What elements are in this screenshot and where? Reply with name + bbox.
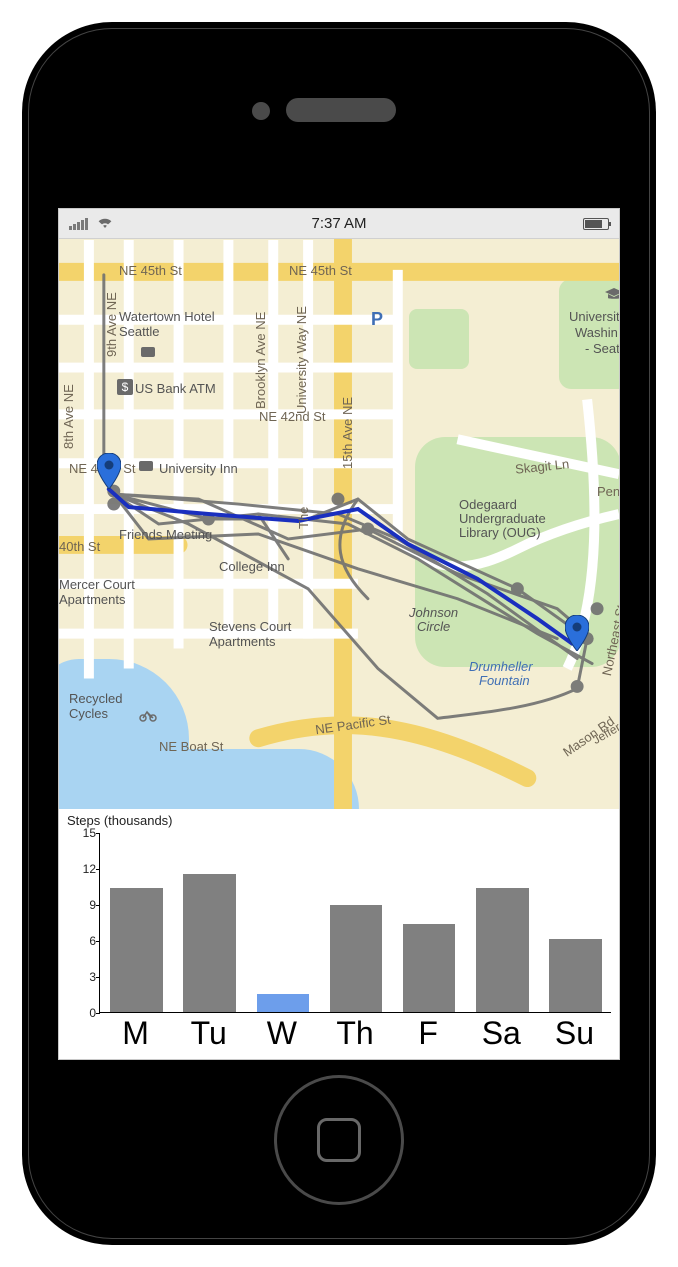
chart-ytick: 12	[70, 862, 96, 876]
chart-ytick: 9	[70, 898, 96, 912]
chart-bar[interactable]	[257, 994, 310, 1012]
chart-bar[interactable]	[330, 905, 383, 1012]
chart-xlabel: M	[99, 1015, 172, 1055]
chart-xlabel: Th	[318, 1015, 391, 1055]
signal-icon	[69, 218, 88, 230]
chart-xlabel: W	[245, 1015, 318, 1055]
chart-bar[interactable]	[110, 888, 163, 1012]
chart-ytick: 15	[70, 826, 96, 840]
chart-ytick: 0	[70, 1006, 96, 1020]
phone-camera	[252, 102, 270, 120]
chart-bar[interactable]	[183, 874, 236, 1012]
steps-chart: Steps (thousands) 03691215 MTuWThFSaSu	[59, 809, 619, 1059]
bed-icon	[139, 461, 153, 471]
phone-speaker	[286, 98, 396, 122]
chart-xlabel: Sa	[465, 1015, 538, 1055]
chart-bar[interactable]	[403, 924, 456, 1012]
chart-xlabel: F	[392, 1015, 465, 1055]
home-button-icon	[317, 1118, 361, 1162]
chart-ytick: 6	[70, 934, 96, 948]
status-time: 7:37 AM	[311, 215, 366, 232]
chart-xlabel: Su	[538, 1015, 611, 1055]
chart-xlabel: Tu	[172, 1015, 245, 1055]
phone-frame: 7:37 AM	[22, 22, 656, 1245]
map-view[interactable]: NE 45th St NE 45th St NE 42nd St NE 42nd…	[59, 239, 619, 809]
chart-xaxis: MTuWThFSaSu	[99, 1015, 611, 1055]
phone-screen: 7:37 AM	[58, 208, 620, 1060]
chart-plot: 03691215	[99, 833, 611, 1013]
wifi-icon	[96, 215, 114, 233]
graduation-cap-icon	[605, 287, 619, 305]
map-marker-start[interactable]	[97, 453, 121, 489]
chart-bar[interactable]	[476, 888, 529, 1012]
status-bar: 7:37 AM	[59, 209, 619, 239]
bed-icon	[141, 347, 155, 357]
map-marker-end[interactable]	[565, 615, 589, 651]
home-button[interactable]	[274, 1075, 404, 1205]
bike-icon	[139, 709, 157, 727]
chart-ytick: 3	[70, 970, 96, 984]
bank-icon: $	[117, 379, 133, 395]
battery-icon	[583, 218, 609, 230]
chart-bar[interactable]	[549, 939, 602, 1012]
